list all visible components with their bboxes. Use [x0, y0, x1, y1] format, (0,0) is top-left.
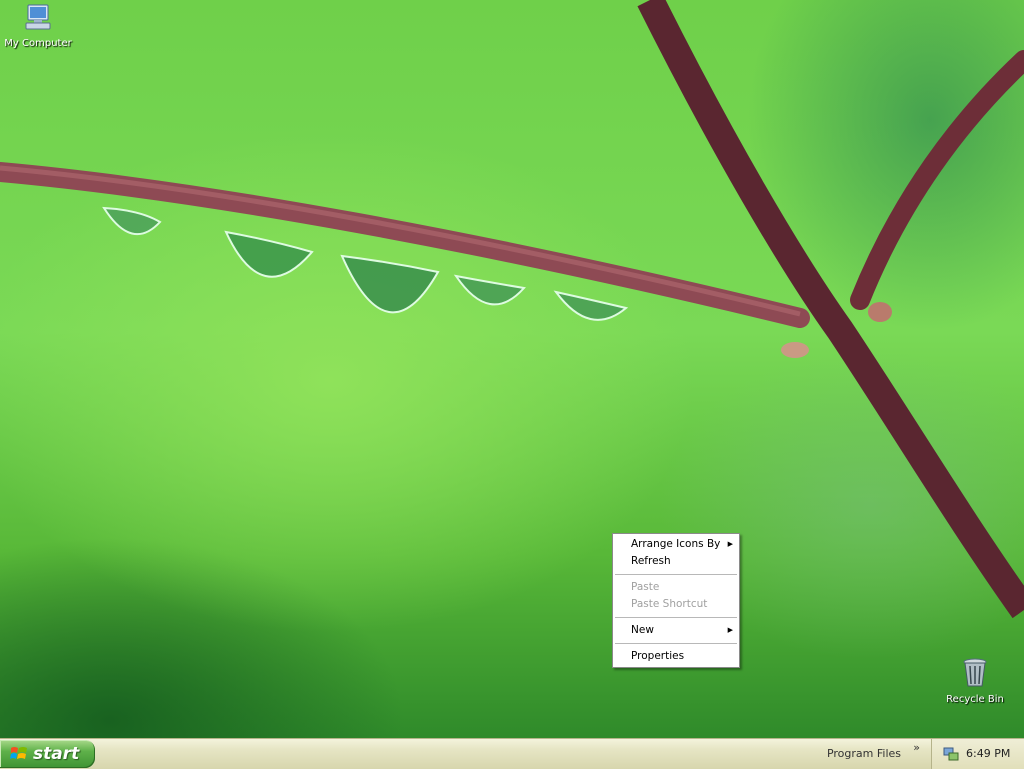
menu-separator: [615, 574, 737, 575]
network-icon[interactable]: [942, 745, 960, 766]
menu-separator: [615, 643, 737, 644]
menu-item-label: Paste Shortcut: [631, 598, 708, 610]
toolbar-chevron-icon[interactable]: »: [913, 741, 920, 754]
system-tray: 6:49 PM: [931, 739, 1024, 769]
desktop-icon-my-computer[interactable]: My Computer: [0, 3, 76, 50]
menu-item-label: New: [631, 624, 654, 636]
desktop-icon-label: My Computer: [4, 38, 72, 49]
desktop-background[interactable]: My Computer Recycle Bin Arrange Icons By…: [0, 0, 1024, 738]
menu-separator: [615, 617, 737, 618]
menu-item-refresh[interactable]: Refresh: [613, 553, 739, 570]
menu-item-new[interactable]: New ▶: [613, 622, 739, 639]
wallpaper-branches: [0, 0, 1024, 619]
computer-icon: [0, 3, 76, 36]
menu-item-label: Refresh: [631, 555, 671, 567]
windows-logo-icon: [10, 746, 28, 767]
menu-item-arrange-icons-by[interactable]: Arrange Icons By ▶: [613, 536, 739, 553]
start-label: start: [33, 744, 80, 764]
recycle-bin-icon: [937, 657, 1013, 692]
desktop-context-menu: Arrange Icons By ▶ Refresh Paste Paste S…: [612, 533, 740, 668]
menu-item-paste-shortcut: Paste Shortcut: [613, 596, 739, 613]
clock[interactable]: 6:49 PM: [966, 747, 1010, 760]
submenu-arrow-icon: ▶: [727, 540, 733, 548]
toolbar-program-files[interactable]: Program Files: [827, 747, 901, 760]
desktop-icon-label: Recycle Bin: [946, 694, 1004, 705]
menu-item-paste: Paste: [613, 579, 739, 596]
menu-item-label: Properties: [631, 650, 685, 662]
taskbar[interactable]: start Program Files » 6:49 PM: [0, 738, 1024, 769]
menu-item-label: Paste: [631, 581, 660, 593]
desktop-icon-recycle-bin[interactable]: Recycle Bin: [937, 657, 1013, 706]
submenu-arrow-icon: ▶: [727, 626, 733, 634]
menu-item-label: Arrange Icons By: [631, 538, 721, 550]
menu-item-properties[interactable]: Properties: [613, 648, 739, 665]
start-button[interactable]: start: [0, 740, 95, 768]
